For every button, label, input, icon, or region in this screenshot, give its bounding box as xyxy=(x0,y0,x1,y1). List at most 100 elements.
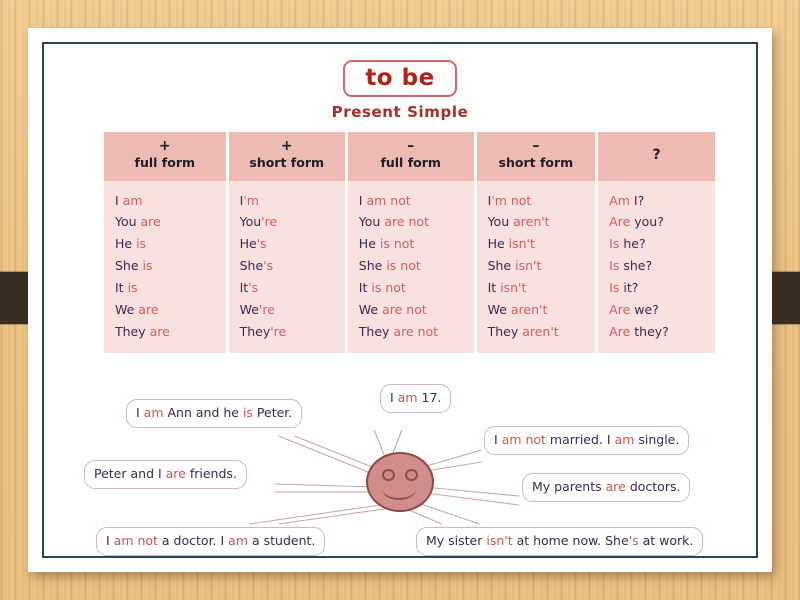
verb: 're xyxy=(270,323,287,339)
title-block: to be Present Simple xyxy=(44,60,756,121)
form-list: I'm not You aren't He isn't She isn't It isn… xyxy=(477,184,596,345)
verb: is xyxy=(132,236,147,252)
verb: is xyxy=(242,405,253,420)
verb: are xyxy=(145,323,170,339)
verb: are xyxy=(165,466,186,481)
form-item: We are not xyxy=(359,299,474,321)
form-item: Are we? xyxy=(609,299,715,321)
form-item: You aren't xyxy=(488,211,596,233)
verb: isn't xyxy=(511,258,542,274)
conjugation-table-wrapper: + full form + short form – full form – short fo… xyxy=(101,132,718,353)
form-item: You are xyxy=(115,211,226,233)
sentence-text: I xyxy=(136,405,144,420)
pronoun: I? xyxy=(629,192,645,208)
table-header-cell-4: ? xyxy=(598,132,715,181)
verb: is not xyxy=(367,280,406,296)
sentence-text: a doctor. I xyxy=(157,533,229,548)
table-body-row: I am You are He is She is It is We are They ar… xyxy=(104,180,715,353)
verb: Are xyxy=(609,302,631,318)
pronoun: It xyxy=(487,280,497,296)
sentence-text: My parents xyxy=(532,479,606,494)
verb: are xyxy=(136,214,161,230)
smiley-mouth xyxy=(382,478,416,500)
form-list: Am I? Are you? Is he? Is she? Is it? Are we? A… xyxy=(598,184,715,345)
form-item: Is it? xyxy=(609,277,715,299)
form-item: We aren't xyxy=(488,299,596,321)
header-label: full form xyxy=(380,155,441,171)
speech-bubble: My parents are doctors. xyxy=(522,473,691,502)
header-label: full form xyxy=(134,155,196,171)
sentence-text: friends. xyxy=(185,466,237,481)
page-title: to be xyxy=(365,65,435,91)
sentence-text: married. I xyxy=(545,432,615,447)
table-column-pos_full: I am You are He is She is It is We are They ar… xyxy=(104,180,226,353)
pronoun: They xyxy=(487,323,519,339)
verb: Are xyxy=(609,214,631,230)
verb: is xyxy=(138,258,153,274)
header-label: short form xyxy=(249,155,325,171)
header-sign: + xyxy=(280,138,293,154)
verb: 'm not xyxy=(491,192,532,208)
verb: Is xyxy=(609,258,620,274)
form-item: He isn't xyxy=(488,233,596,255)
verb: isn't xyxy=(496,280,527,296)
sentence-text: I xyxy=(494,432,502,447)
verb: Is xyxy=(609,280,620,296)
worksheet-card: to be Present Simple + full form + short fo… xyxy=(28,28,772,572)
header-sign: ? xyxy=(652,147,661,164)
verb: are not xyxy=(380,214,429,230)
verb: 's xyxy=(256,236,267,252)
conjugation-table: + full form + short form – full form – short fo… xyxy=(101,132,718,353)
verb: 're xyxy=(261,214,278,230)
pronoun: it? xyxy=(619,280,639,296)
pronoun: We xyxy=(239,302,259,318)
sentence-text: at home now. She xyxy=(512,533,629,548)
form-item: She isn't xyxy=(488,255,596,277)
form-item: It is not xyxy=(359,277,474,299)
pronoun: She xyxy=(358,258,383,274)
header-sign: – xyxy=(532,138,540,154)
pronoun: we? xyxy=(630,302,659,318)
sentence-text: My sister xyxy=(426,533,487,548)
form-item: You're xyxy=(240,211,345,233)
speech-bubble: I am not a doctor. I am a student. xyxy=(96,527,326,556)
form-item: He's xyxy=(240,233,345,255)
table-column-neg_short: I'm not You aren't He isn't She isn't It isn… xyxy=(476,180,596,353)
form-item: I am not xyxy=(359,190,474,212)
verb: 're xyxy=(258,302,275,318)
form-item: Are you? xyxy=(609,211,715,233)
title-box: to be xyxy=(343,60,457,98)
pronoun: you? xyxy=(630,214,664,230)
form-item: She's xyxy=(240,255,345,277)
verb: Is xyxy=(609,236,620,252)
sentence-text: a student. xyxy=(248,533,316,548)
verb: am not xyxy=(362,192,411,208)
speech-bubble: I am not married. I am single. xyxy=(484,426,690,455)
verb: isn't xyxy=(486,533,513,548)
pronoun: they? xyxy=(630,323,669,339)
form-item: Am I? xyxy=(609,190,715,212)
speech-bubble: Peter and I are friends. xyxy=(84,460,247,489)
worksheet-inner-frame: to be Present Simple + full form + short fo… xyxy=(42,42,758,558)
worksheet-sheet: to be Present Simple + full form + short fo… xyxy=(44,44,756,556)
pronoun: You xyxy=(115,214,137,230)
pronoun: You xyxy=(239,214,262,230)
verb: 'm xyxy=(243,192,259,208)
form-item: She is not xyxy=(359,255,474,277)
verb: am not xyxy=(501,432,546,447)
form-list: I am not You are not He is not She is not It… xyxy=(348,184,474,345)
sentence-text: single. xyxy=(634,432,680,447)
speech-bubble: I am Ann and he is Peter. xyxy=(126,399,303,428)
verb: am xyxy=(118,192,143,208)
pronoun: They xyxy=(239,323,271,339)
pronoun: He xyxy=(239,236,257,252)
table-header-cell-3: – short form xyxy=(476,132,596,181)
verb: am xyxy=(397,390,418,405)
verb: are xyxy=(605,479,626,494)
form-item: It is xyxy=(115,277,226,299)
verb: Are xyxy=(609,323,631,339)
verb: 's xyxy=(628,533,639,548)
verb: aren't xyxy=(509,214,550,230)
verb: am not xyxy=(113,533,158,548)
pronoun: He xyxy=(487,236,505,252)
